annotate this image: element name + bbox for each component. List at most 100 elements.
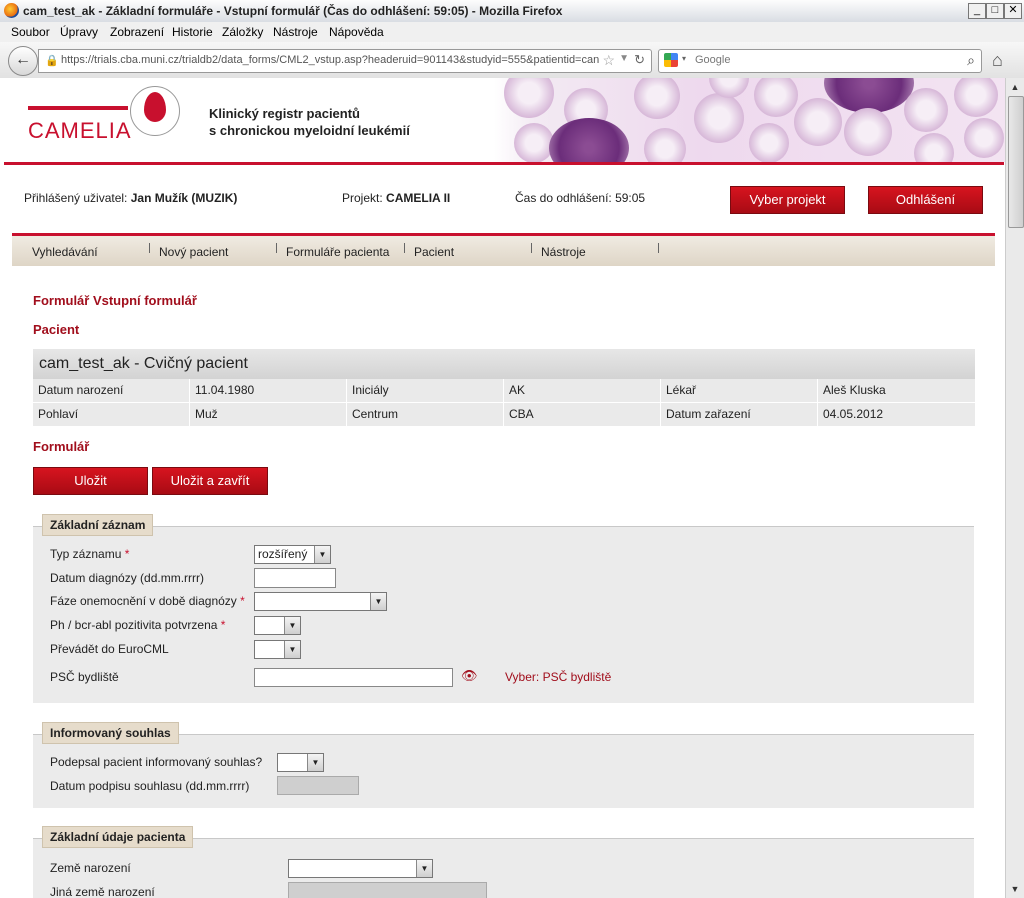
blood-drop-icon <box>144 92 166 122</box>
menu-nastroje[interactable]: Nástroje <box>273 25 318 39</box>
reload-icon[interactable]: ↻ <box>634 52 645 68</box>
menu-soubor[interactable]: Soubor <box>11 25 50 39</box>
timeout-label: Čas do odhlášení: <box>515 191 612 205</box>
banner-divider <box>4 162 1004 165</box>
timeout-info: Čas do odhlášení: 59:05 <box>515 191 645 205</box>
birth-country-label: Země narození <box>50 861 131 875</box>
form-title: Formulář Vstupní formulář <box>33 293 197 308</box>
search-icon[interactable]: ⌕ <box>967 52 975 69</box>
eurocml-label: Převádět do EuroCML <box>50 642 169 656</box>
logged-user-label: Přihlášený uživatel: <box>24 191 128 205</box>
window-title: cam_test_ak - Základní formuláře - Vstup… <box>23 4 563 18</box>
chevron-down-icon[interactable]: ▼ <box>284 641 300 658</box>
phase-select[interactable]: ▼ <box>254 592 387 611</box>
consent-signed-select[interactable]: ▼ <box>277 753 324 772</box>
required-mark: * <box>240 594 245 608</box>
bookmark-star-icon[interactable]: ☆ <box>602 52 615 69</box>
table-row: Pohlaví Muž Centrum CBA Datum zařazení 0… <box>33 403 975 427</box>
search-placeholder: Google <box>695 54 731 66</box>
chevron-down-icon[interactable]: ▼ <box>284 617 300 634</box>
site-banner: CAMELIA Klinický registr pacientů s chro… <box>4 78 1005 164</box>
psc-select-link[interactable]: Vyber: PSČ bydliště <box>505 670 611 684</box>
vertical-scrollbar[interactable]: ▲ ▼ <box>1005 78 1024 898</box>
logo-bar <box>28 106 128 110</box>
page-content: CAMELIA Klinický registr pacientů s chro… <box>0 78 1005 898</box>
record-type-select[interactable]: rozšířený ▼ <box>254 545 331 564</box>
project-value: CAMELIA II <box>386 191 451 205</box>
chevron-down-icon[interactable]: ▼ <box>307 754 323 771</box>
chevron-down-icon[interactable]: ▼ <box>314 546 330 563</box>
url-bar[interactable]: 🔒 https://trials.cba.muni.cz/trialdb2/da… <box>38 49 652 73</box>
lock-icon: 🔒 <box>45 55 59 67</box>
timeout-value: 59:05 <box>615 191 646 205</box>
chevron-down-icon[interactable]: ▼ <box>416 860 432 877</box>
logged-user-value: Jan Mužík (MUZIK) <box>130 191 238 205</box>
close-icon[interactable]: ✕ <box>1004 3 1022 19</box>
logged-user: Přihlášený uživatel: Jan Mužík (MUZIK) <box>24 191 237 205</box>
table-cell: AK <box>504 379 661 402</box>
record-type-label-text: Typ záznamu <box>50 547 122 561</box>
nav-separator <box>149 243 150 253</box>
section-patient-basic: Základní údaje pacienta Země narození ▼ … <box>33 826 974 898</box>
logout-button[interactable]: Odhlášení <box>868 186 983 214</box>
consent-date-label: Datum podpisu souhlasu (dd.mm.rrrr) <box>50 779 250 793</box>
record-type-label: Typ záznamu * <box>50 547 129 561</box>
scroll-up-icon[interactable]: ▲ <box>1008 80 1022 94</box>
nav-vyhledavani[interactable]: Vyhledávání <box>32 245 98 259</box>
consent-signed-label: Podepsal pacient informovaný souhlas? <box>50 755 263 769</box>
scroll-down-icon[interactable]: ▼ <box>1008 882 1022 896</box>
consent-date-input[interactable] <box>277 776 359 795</box>
nav-formulare-pacienta[interactable]: Formuláře pacienta <box>286 245 389 259</box>
chevron-down-icon[interactable]: ▼ <box>370 593 386 610</box>
save-button[interactable]: Uložit <box>33 467 148 495</box>
required-mark: * <box>220 618 226 632</box>
project-label: Projekt: <box>342 191 383 205</box>
menu-zalozky[interactable]: Záložky <box>222 25 263 39</box>
table-cell: Lékař <box>661 379 818 402</box>
menu-upravy[interactable]: Úpravy <box>60 25 98 39</box>
psc-input[interactable] <box>254 668 453 687</box>
google-icon[interactable] <box>664 53 678 67</box>
nav-separator <box>404 243 405 253</box>
nav-novy-pacient[interactable]: Nový pacient <box>159 245 228 259</box>
home-icon[interactable]: ⌂ <box>992 50 1003 71</box>
maximize-icon[interactable]: □ <box>986 3 1004 19</box>
select-project-button[interactable]: Vyber projekt <box>730 186 845 214</box>
nav-separator <box>276 243 277 253</box>
registry-title-line1: Klinický registr pacientů <box>209 106 360 121</box>
psc-label: PSČ bydliště <box>50 670 119 684</box>
browser-toolbar: ← 🔒 https://trials.cba.muni.cz/trialdb2/… <box>0 42 1024 79</box>
table-row: Datum narození 11.04.1980 Iniciály AK Lé… <box>33 379 975 403</box>
required-mark: * <box>124 547 130 561</box>
nav-separator <box>531 243 532 253</box>
menu-zobrazeni[interactable]: Zobrazení <box>110 25 164 39</box>
project-info: Projekt: CAMELIA II <box>342 191 450 205</box>
other-country-label: Jiná země narození <box>50 885 155 898</box>
menu-napoveda[interactable]: Nápověda <box>329 25 384 39</box>
search-engine-dropdown-icon[interactable]: ▾ <box>682 54 686 63</box>
record-type-value: rozšířený <box>258 547 308 561</box>
minimize-icon[interactable]: _ <box>968 3 986 19</box>
table-cell: Aleš Kluska <box>823 383 886 397</box>
patient-name: cam_test_ak - Cvičný pacient <box>33 349 975 379</box>
blood-cells-image <box>494 78 1005 162</box>
logo: CAMELIA <box>28 118 132 143</box>
other-country-input[interactable] <box>288 882 487 898</box>
url-dropdown-icon[interactable]: ▼ <box>619 53 629 64</box>
ph-select[interactable]: ▼ <box>254 616 301 635</box>
search-bar[interactable]: ▾ Google ⌕ <box>658 49 982 73</box>
table-cell: Muž <box>190 403 347 426</box>
eye-icon[interactable]: 👁 <box>461 668 478 684</box>
back-arrow-icon[interactable]: ← <box>8 46 38 76</box>
nav-nastroje[interactable]: Nástroje <box>541 245 586 259</box>
eurocml-select[interactable]: ▼ <box>254 640 301 659</box>
save-close-button[interactable]: Uložit a zavřít <box>152 467 268 495</box>
menu-historie[interactable]: Historie <box>172 25 213 39</box>
nav-pacient[interactable]: Pacient <box>414 245 454 259</box>
birth-country-select[interactable]: ▼ <box>288 859 433 878</box>
ph-label-text: Ph / bcr-abl pozitivita potvrzena <box>50 618 218 632</box>
url-text: https://trials.cba.muni.cz/trialdb2/data… <box>61 54 600 66</box>
scroll-thumb[interactable] <box>1008 96 1024 228</box>
diag-date-input[interactable] <box>254 568 336 588</box>
registry-title: Klinický registr pacientů s chronickou m… <box>209 105 410 139</box>
